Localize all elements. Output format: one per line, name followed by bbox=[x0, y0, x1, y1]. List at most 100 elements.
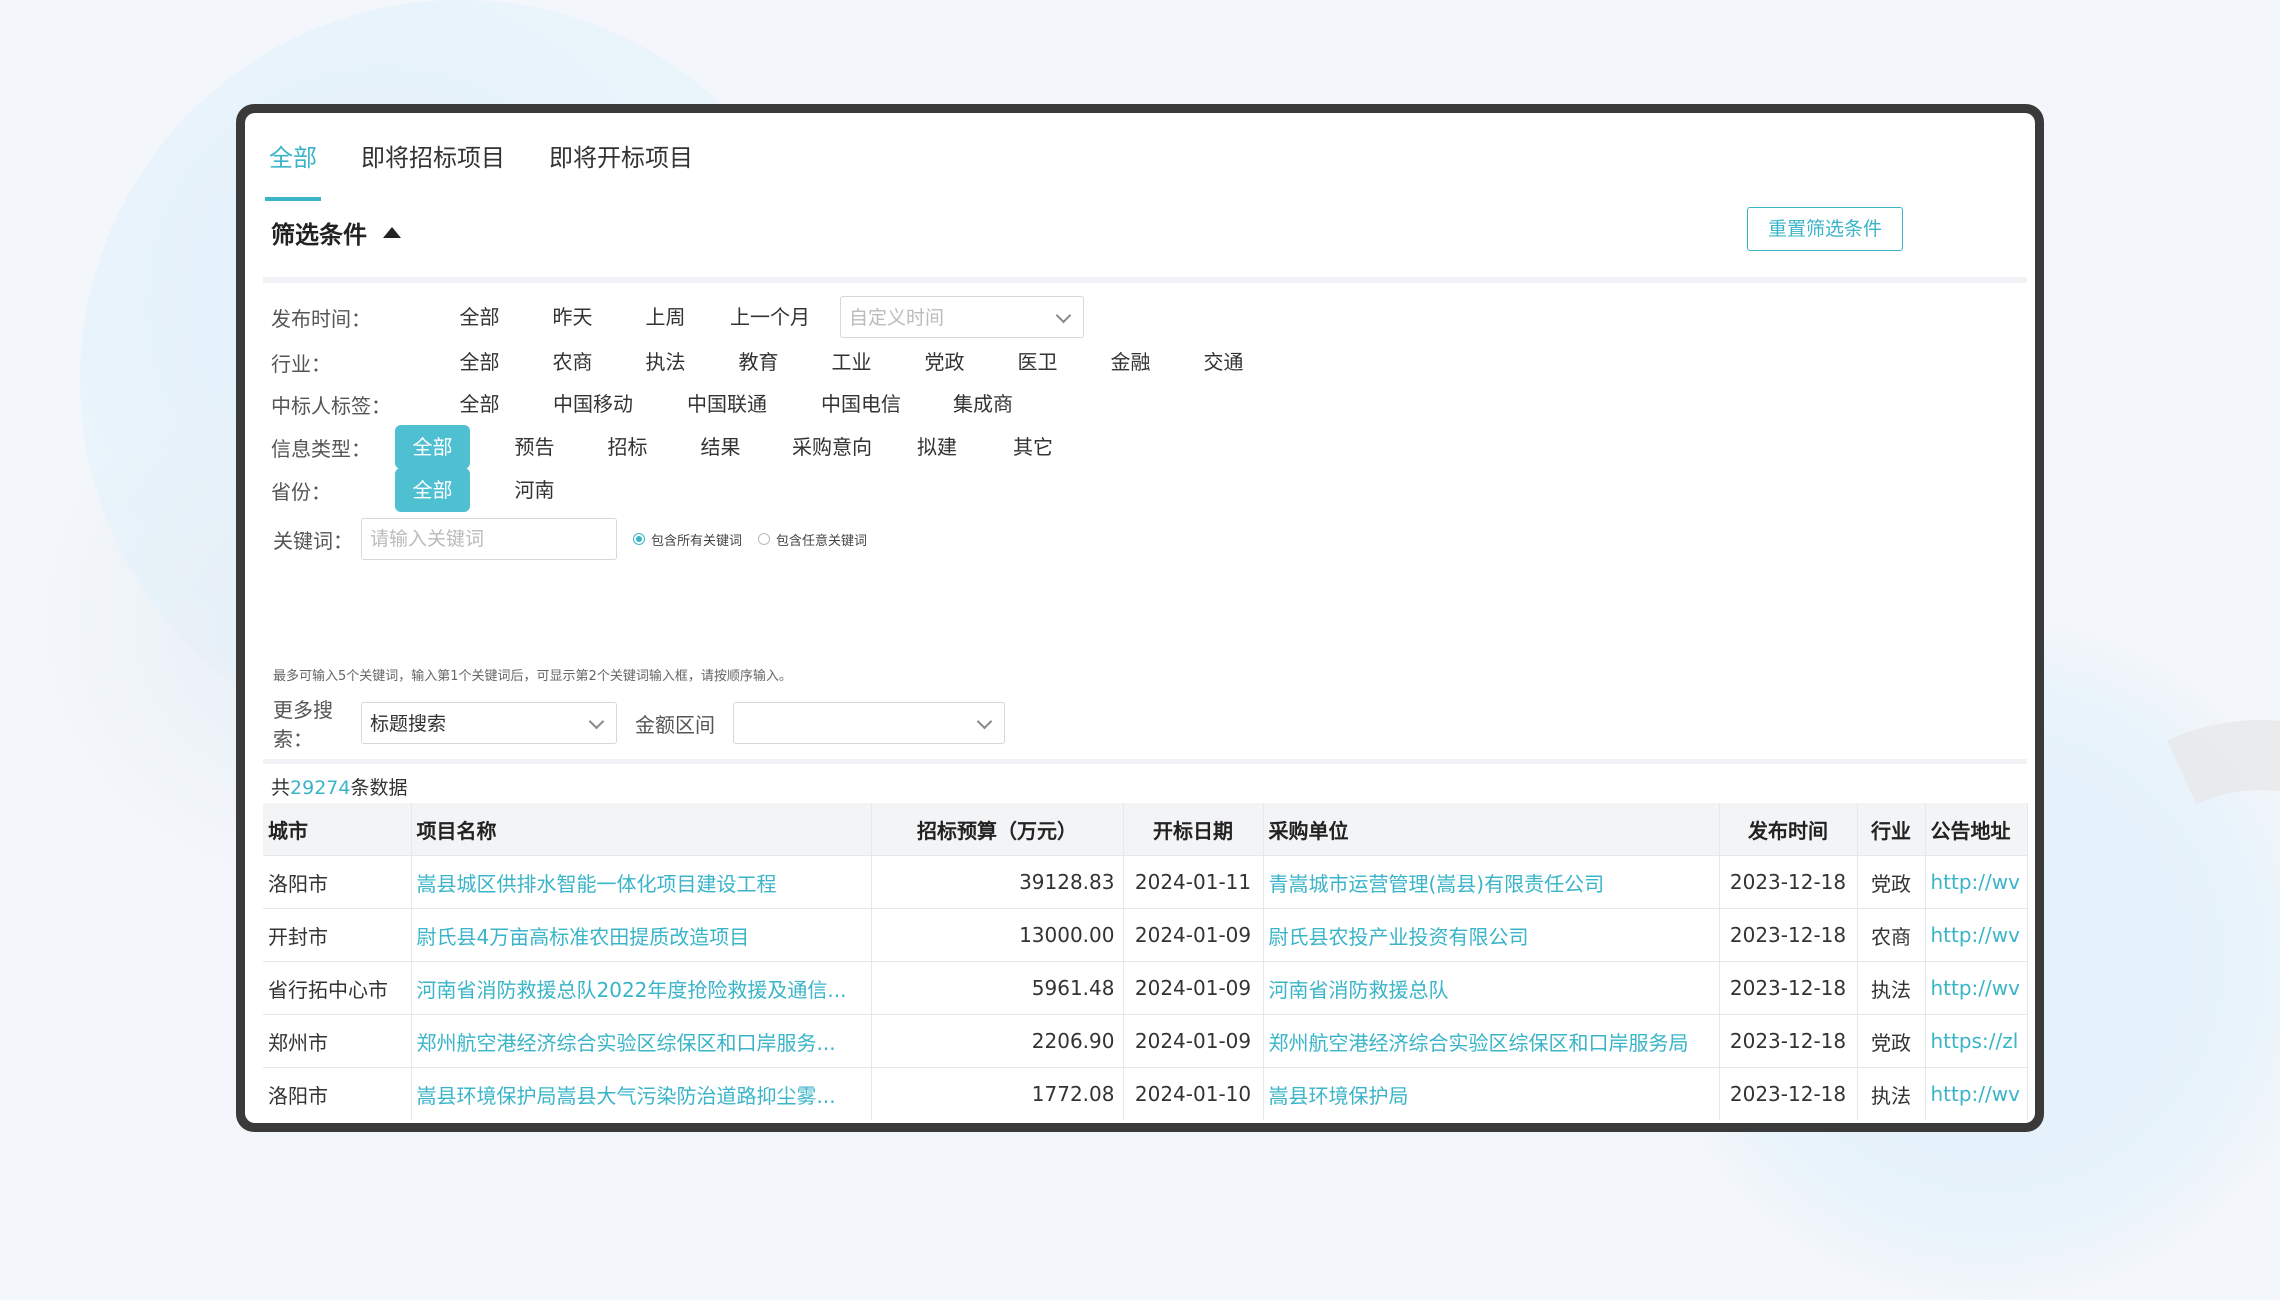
radio-contains-any[interactable]: 包含任意关键词 bbox=[758, 530, 867, 549]
amount-label: 金额区间 bbox=[635, 712, 715, 737]
cell-url-link[interactable]: http://wv bbox=[1925, 855, 2028, 909]
option-result[interactable]: 结果 bbox=[674, 425, 767, 469]
chevron-down-icon bbox=[588, 713, 605, 730]
table-header-row: 城市 项目名称 招标预算（万元） 开标日期 采购单位 发布时间 行业 公告地址 bbox=[263, 803, 2028, 856]
cell-open-date: 2024-01-09 bbox=[1123, 908, 1264, 962]
cell-publish-date: 2023-12-18 bbox=[1719, 1014, 1858, 1068]
option-all[interactable]: 全部 bbox=[433, 340, 526, 384]
cell-publish-date: 2023-12-18 bbox=[1719, 855, 1858, 909]
radio-contains-all[interactable]: 包含所有关键词 bbox=[633, 530, 742, 549]
option-law-enforcement[interactable]: 执法 bbox=[619, 340, 712, 384]
col-header-buyer[interactable]: 采购单位 bbox=[1263, 803, 1720, 856]
cell-publish-date: 2023-12-18 bbox=[1719, 961, 1858, 1015]
option-all-selected[interactable]: 全部 bbox=[395, 468, 470, 512]
cell-budget: 2206.90 bbox=[871, 1014, 1124, 1068]
filter-row-keyword: 关键词： 包含所有关键词 包含任意关键词 bbox=[273, 517, 867, 561]
filter-title: 筛选条件 bbox=[271, 221, 367, 249]
filter-row-info-type: 信息类型： 全部 预告 招标 结果 采购意向 拟建 其它 bbox=[271, 425, 1053, 469]
option-bidding[interactable]: 招标 bbox=[581, 425, 674, 469]
option-china-telecom[interactable]: 中国电信 bbox=[794, 382, 928, 426]
option-education[interactable]: 教育 bbox=[712, 340, 805, 384]
filter-options: 全部 预告 招标 结果 采购意向 拟建 其它 bbox=[395, 425, 1089, 469]
col-header-publish-date[interactable]: 发布时间 bbox=[1719, 803, 1858, 856]
option-finance[interactable]: 金融 bbox=[1084, 340, 1177, 384]
cell-url-link[interactable]: http://wv bbox=[1925, 908, 2028, 962]
option-transport[interactable]: 交通 bbox=[1177, 340, 1270, 384]
option-procurement-intent[interactable]: 采购意向 bbox=[767, 425, 897, 469]
chevron-down-icon bbox=[1055, 307, 1072, 324]
cell-project-name-link[interactable]: 郑州航空港经济综合实验区综保区和口岸服务... bbox=[411, 1014, 872, 1068]
filter-row-more-search: 更多搜索： 标题搜索 金额区间 bbox=[273, 698, 1005, 751]
option-china-mobile[interactable]: 中国移动 bbox=[526, 382, 660, 426]
cell-url-link[interactable]: http://wv bbox=[1925, 961, 2028, 1015]
col-header-city[interactable]: 城市 bbox=[263, 803, 412, 856]
option-yesterday[interactable]: 昨天 bbox=[526, 295, 619, 339]
cell-buyer-link[interactable]: 尉氏县农投产业投资有限公司 bbox=[1263, 908, 1720, 962]
option-planned[interactable]: 拟建 bbox=[897, 425, 977, 469]
cell-open-date: 2024-01-09 bbox=[1123, 1014, 1264, 1068]
results-table: 城市 项目名称 招标预算（万元） 开标日期 采购单位 发布时间 行业 公告地址 … bbox=[263, 803, 2028, 1120]
option-all[interactable]: 全部 bbox=[433, 295, 526, 339]
result-suffix: 条数据 bbox=[350, 777, 408, 799]
cell-project-name-link[interactable]: 嵩县环境保护局嵩县大气污染防治道路抑尘雾... bbox=[411, 1067, 872, 1120]
table-row: 洛阳市 嵩县城区供排水智能一体化项目建设工程 39128.83 2024-01-… bbox=[263, 855, 2028, 909]
col-header-project-name[interactable]: 项目名称 bbox=[411, 803, 872, 856]
search-type-select[interactable]: 标题搜索 bbox=[361, 702, 617, 744]
col-header-budget[interactable]: 招标预算（万元） bbox=[871, 803, 1124, 856]
radio-label: 包含所有关键词 bbox=[651, 533, 743, 549]
cell-city: 洛阳市 bbox=[263, 855, 412, 909]
option-last-week[interactable]: 上周 bbox=[619, 295, 712, 339]
cell-buyer-link[interactable]: 郑州航空港经济综合实验区综保区和口岸服务局 bbox=[1263, 1014, 1720, 1068]
option-all[interactable]: 全部 bbox=[433, 382, 526, 426]
cell-buyer-link[interactable]: 嵩县环境保护局 bbox=[1263, 1067, 1720, 1120]
cell-buyer-link[interactable]: 河南省消防救援总队 bbox=[1263, 961, 1720, 1015]
option-preview[interactable]: 预告 bbox=[488, 425, 581, 469]
option-other[interactable]: 其它 bbox=[977, 425, 1089, 469]
cell-open-date: 2024-01-10 bbox=[1123, 1067, 1264, 1120]
radio-unselected-icon bbox=[758, 533, 771, 545]
filter-row-winner-tag: 中标人标签： 全部 中国移动 中国联通 中国电信 集成商 bbox=[271, 382, 1013, 426]
cell-url-link[interactable]: http://wv bbox=[1925, 1067, 2028, 1120]
cell-industry: 党政 bbox=[1857, 1014, 1926, 1068]
amount-range-select[interactable] bbox=[733, 702, 1005, 744]
chevron-down-icon bbox=[976, 713, 993, 730]
col-header-url[interactable]: 公告地址 bbox=[1925, 803, 2028, 856]
option-agriculture[interactable]: 农商 bbox=[526, 340, 619, 384]
col-header-open-date[interactable]: 开标日期 bbox=[1123, 803, 1264, 856]
table-row: 省行拓中心市 河南省消防救援总队2022年度抢险救援及通信... 5961.48… bbox=[263, 961, 2028, 1015]
cell-project-name-link[interactable]: 嵩县城区供排水智能一体化项目建设工程 bbox=[411, 855, 872, 909]
option-integrator[interactable]: 集成商 bbox=[928, 382, 1038, 426]
table-row: 开封市 尉氏县4万亩高标准农田提质改造项目 13000.00 2024-01-0… bbox=[263, 908, 2028, 962]
option-last-month[interactable]: 上一个月 bbox=[712, 295, 828, 339]
caret-up-icon[interactable] bbox=[383, 227, 401, 238]
cell-url-link[interactable]: https://zl bbox=[1925, 1014, 2028, 1068]
option-government[interactable]: 党政 bbox=[898, 340, 991, 384]
filter-row-industry: 行业： 全部 农商 执法 教育 工业 党政 医卫 金融 交通 bbox=[271, 340, 1244, 384]
radio-selected-icon bbox=[633, 533, 645, 545]
cell-project-name-link[interactable]: 尉氏县4万亩高标准农田提质改造项目 bbox=[411, 908, 872, 962]
filter-row-province: 省份： 全部 河南 bbox=[271, 468, 555, 512]
option-china-unicom[interactable]: 中国联通 bbox=[660, 382, 794, 426]
cell-open-date: 2024-01-11 bbox=[1123, 855, 1264, 909]
filter-options: 全部 中国移动 中国联通 中国电信 集成商 bbox=[433, 382, 1038, 426]
option-health[interactable]: 医卫 bbox=[991, 340, 1084, 384]
filter-header[interactable]: 筛选条件 bbox=[271, 215, 401, 250]
option-henan[interactable]: 河南 bbox=[488, 468, 581, 512]
reset-filter-button[interactable]: 重置筛选条件 bbox=[1747, 207, 1903, 251]
radio-label: 包含任意关键词 bbox=[776, 533, 868, 549]
divider bbox=[263, 759, 2027, 764]
custom-time-select[interactable]: 自定义时间 bbox=[840, 296, 1084, 338]
tab-bar: 全部 即将招标项目 即将开标项目 bbox=[265, 141, 737, 201]
cell-budget: 5961.48 bbox=[871, 961, 1124, 1015]
option-industry[interactable]: 工业 bbox=[805, 340, 898, 384]
tab-upcoming-opening[interactable]: 即将开标项目 bbox=[549, 141, 693, 201]
cell-budget: 39128.83 bbox=[871, 855, 1124, 909]
option-all-selected[interactable]: 全部 bbox=[395, 425, 470, 469]
keyword-input[interactable] bbox=[361, 518, 617, 560]
col-header-industry[interactable]: 行业 bbox=[1857, 803, 1926, 856]
cell-project-name-link[interactable]: 河南省消防救援总队2022年度抢险救援及通信... bbox=[411, 961, 872, 1015]
tab-upcoming-bidding[interactable]: 即将招标项目 bbox=[361, 141, 505, 201]
tab-all[interactable]: 全部 bbox=[265, 141, 321, 201]
cell-publish-date: 2023-12-18 bbox=[1719, 908, 1858, 962]
cell-buyer-link[interactable]: 青嵩城市运营管理(嵩县)有限责任公司 bbox=[1263, 855, 1720, 909]
